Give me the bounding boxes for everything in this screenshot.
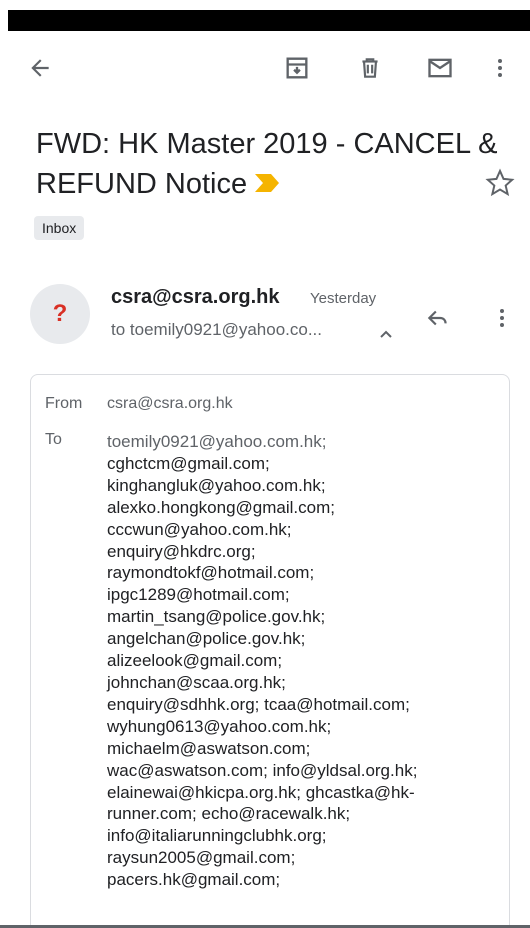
- avatar-question-glyph: ?: [52, 300, 68, 327]
- back-button[interactable]: [20, 48, 60, 88]
- to-recipient-line[interactable]: cghctcm@gmail.com;: [107, 453, 507, 475]
- to-recipient-line[interactable]: alizeelook@gmail.com;: [107, 650, 507, 672]
- archive-button[interactable]: [277, 48, 317, 88]
- to-recipient-line[interactable]: angelchan@police.gov.hk;: [107, 628, 507, 650]
- reply-icon: [427, 310, 447, 326]
- to-recipient-line[interactable]: raymondtokf@hotmail.com;: [107, 562, 507, 584]
- mark-unread-button[interactable]: [420, 48, 460, 88]
- to-recipient-line[interactable]: runner.com; echo@racewalk.hk;: [107, 803, 507, 825]
- to-recipient-line[interactable]: info@italiarunningclubhk.org;: [107, 825, 507, 847]
- to-recipient-line[interactable]: kinghangluk@yahoo.com.hk;: [107, 475, 507, 497]
- sender-row: ? csra@csra.org.hk Yesterday to toemily0…: [0, 278, 530, 358]
- top-toolbar: [0, 42, 530, 94]
- star-outline-icon[interactable]: [483, 166, 517, 200]
- to-recipient-line[interactable]: martin_tsang@police.gov.hk;: [107, 606, 507, 628]
- avatar[interactable]: ?: [30, 284, 90, 344]
- to-recipient-line[interactable]: enquiry@hkdrc.org;: [107, 541, 507, 563]
- more-vert-icon: [500, 309, 504, 327]
- from-value[interactable]: csra@csra.org.hk: [107, 395, 233, 413]
- more-options-button[interactable]: [480, 48, 520, 88]
- important-marker-icon[interactable]: [253, 172, 281, 194]
- mail-icon: [428, 58, 452, 78]
- to-recipient-line[interactable]: raysun2005@gmail.com;: [107, 847, 507, 869]
- arrow-left-icon: [31, 59, 49, 77]
- trash-icon: [362, 58, 378, 78]
- delete-button[interactable]: [350, 48, 390, 88]
- recipient-summary[interactable]: to toemily0921@yahoo.co...: [111, 320, 322, 340]
- status-bar: [0, 0, 530, 31]
- chevron-up-icon[interactable]: [378, 328, 394, 340]
- archive-icon: [286, 57, 308, 79]
- inbox-label-chip[interactable]: Inbox: [34, 216, 85, 240]
- to-recipient-line[interactable]: ipgc1289@hotmail.com;: [107, 584, 507, 606]
- from-label: From: [45, 395, 83, 412]
- to-recipient-line[interactable]: johnchan@scaa.org.hk;: [107, 672, 507, 694]
- sender-email[interactable]: csra@csra.org.hk: [111, 286, 279, 309]
- to-recipient-line[interactable]: enquiry@sdhhk.org; tcaa@hotmail.com;: [107, 694, 507, 716]
- to-recipient-line[interactable]: cccwun@yahoo.com.hk;: [107, 519, 507, 541]
- message-more-button[interactable]: [482, 298, 522, 338]
- status-bar-background: [8, 10, 530, 31]
- message-details-panel: From csra@csra.org.hk To toemily0921@yah…: [30, 374, 510, 928]
- to-label: To: [45, 431, 62, 448]
- to-recipient-line[interactable]: pacers.hk@gmail.com;: [107, 869, 507, 891]
- reply-button[interactable]: [418, 298, 458, 338]
- to-recipient-line[interactable]: elainewai@hkicpa.org.hk; ghcastka@hk-: [107, 782, 507, 804]
- to-recipient-line[interactable]: wac@aswatson.com; info@yldsal.org.hk;: [107, 760, 507, 782]
- to-recipient-line[interactable]: alexko.hongkong@gmail.com;: [107, 497, 507, 519]
- to-recipient-line[interactable]: michaelm@aswatson.com;: [107, 738, 507, 760]
- to-recipient-list: toemily0921@yahoo.com.hk; cghctcm@gmail.c…: [107, 431, 507, 891]
- more-vert-icon: [498, 59, 502, 77]
- email-subject: FWD: HK Master 2019 - CANCEL & REFUND No…: [36, 124, 506, 204]
- to-recipient-line[interactable]: wyhung0613@yahoo.com.hk;: [107, 716, 507, 738]
- to-recipient-line[interactable]: toemily0921@yahoo.com.hk;: [107, 431, 507, 453]
- sent-time: Yesterday: [310, 290, 377, 307]
